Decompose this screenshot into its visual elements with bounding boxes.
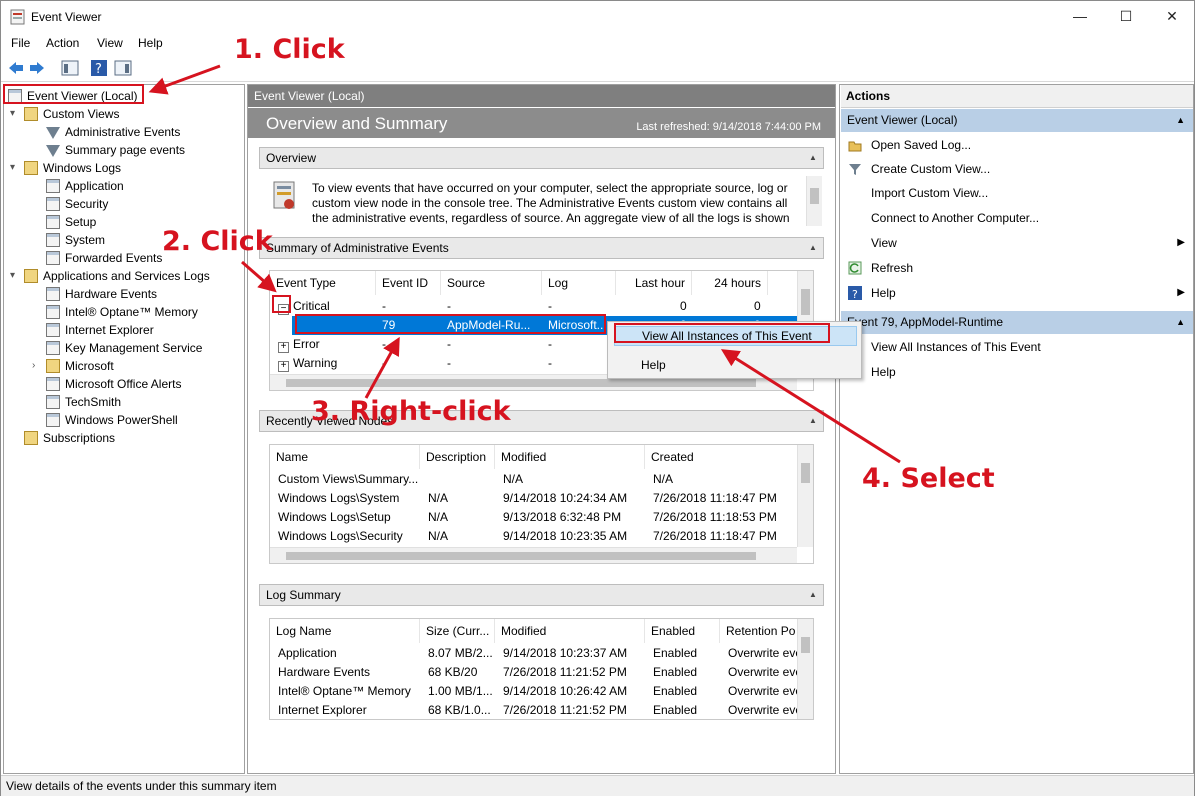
arrow-step-2 — [241, 260, 277, 293]
arrow-step-3 — [364, 336, 400, 399]
annotation-arrows — [148, 64, 901, 464]
arrow-step-4 — [720, 349, 901, 464]
arrow-step-1 — [148, 64, 221, 95]
